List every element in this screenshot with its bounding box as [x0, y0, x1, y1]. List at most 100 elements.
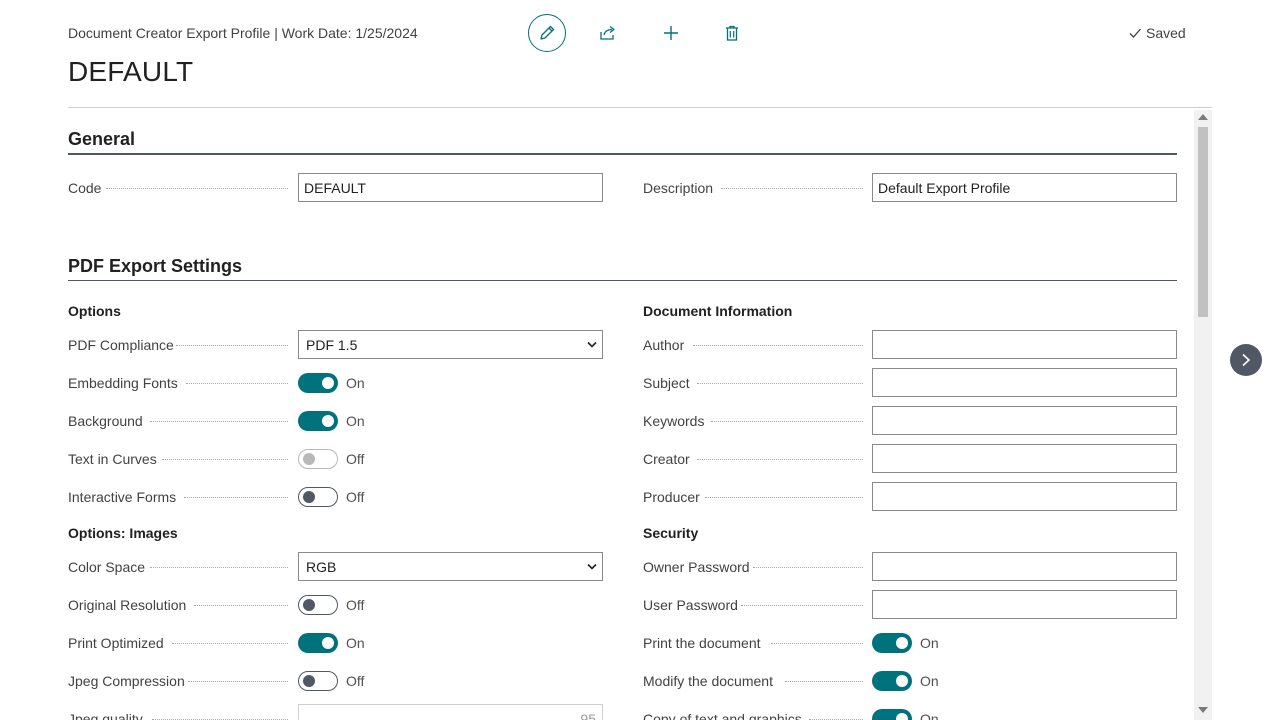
user-password-input[interactable] [872, 590, 1177, 619]
chevron-down-icon [587, 563, 597, 570]
toggle-wrap: On [872, 666, 939, 696]
color-space-select[interactable]: RGB [298, 552, 603, 581]
toggle-knob [303, 491, 315, 503]
creator-label: Creator [643, 451, 690, 467]
leader-dots [741, 605, 863, 606]
original-resolution-label: Original Resolution [68, 597, 187, 613]
author-input[interactable] [872, 330, 1177, 359]
field-text-in-curves: Text in Curves Off [68, 444, 603, 474]
breadcrumb: Document Creator Export Profile | Work D… [68, 25, 418, 41]
field-pdf-compliance: PDF Compliance PDF 1.5 [68, 330, 603, 360]
text-in-curves-toggle[interactable] [298, 449, 338, 469]
toggle-knob [322, 415, 334, 427]
modify-document-state: On [920, 673, 939, 689]
scroll-up-icon[interactable] [1198, 114, 1208, 120]
creator-input[interactable] [872, 444, 1177, 473]
field-creator: Creator [643, 444, 1177, 474]
content-area: General Code DEFAULT Description Default… [68, 110, 1177, 720]
description-input[interactable]: Default Export Profile [872, 173, 1177, 202]
field-original-resolution: Original Resolution Off [68, 590, 603, 620]
leader-dots [771, 643, 863, 644]
color-space-value: RGB [306, 558, 337, 575]
field-owner-password: Owner Password [643, 552, 1177, 582]
leader-dots [785, 681, 863, 682]
toggle-wrap: On [298, 406, 365, 436]
leader-dots [186, 383, 288, 384]
leader-dots [150, 567, 288, 568]
print-document-label: Print the document [643, 635, 761, 651]
interactive-forms-toggle[interactable] [298, 487, 338, 507]
toggle-knob [303, 675, 315, 687]
code-label: Code [68, 180, 102, 196]
field-print-optimized: Print Optimized On [68, 628, 603, 658]
toggle-knob [896, 637, 908, 649]
jpeg-quality-label: Jpeg quality [68, 711, 143, 720]
field-user-password: User Password [643, 590, 1177, 620]
copy-text-label: Copy of text and graphics [643, 711, 802, 720]
copy-text-state: On [920, 711, 939, 720]
section-title-pdf: PDF Export Settings [68, 256, 243, 276]
interactive-forms-label: Interactive Forms [68, 489, 177, 505]
document-information-title: Document Information [643, 303, 793, 319]
leader-dots [705, 497, 863, 498]
text-in-curves-label: Text in Curves [68, 451, 157, 467]
toggle-knob [896, 675, 908, 687]
print-document-toggle[interactable] [872, 633, 912, 653]
field-jpeg-quality: Jpeg quality 95 [68, 704, 603, 720]
checkmark-icon [1129, 28, 1141, 38]
options-title: Options [68, 303, 121, 319]
field-subject: Subject [643, 368, 1177, 398]
print-optimized-toggle[interactable] [298, 633, 338, 653]
chevron-down-icon [587, 341, 597, 348]
jpeg-quality-input[interactable]: 95 [298, 704, 603, 720]
leader-dots [693, 345, 863, 346]
factbox-expand-button[interactable] [1230, 344, 1262, 376]
keywords-input[interactable] [872, 406, 1177, 435]
leader-dots [150, 421, 288, 422]
background-toggle[interactable] [298, 411, 338, 431]
jpeg-compression-toggle[interactable] [298, 671, 338, 691]
saved-status: Saved [1128, 25, 1186, 41]
user-password-label: User Password [643, 597, 738, 613]
leader-dots [711, 421, 863, 422]
scrollbar-thumb[interactable] [1198, 127, 1208, 317]
edit-button[interactable] [528, 14, 566, 52]
owner-password-input[interactable] [872, 552, 1177, 581]
share-button[interactable] [589, 14, 627, 52]
copy-text-toggle[interactable] [872, 709, 912, 720]
toggle-wrap: On [872, 704, 939, 720]
interactive-forms-state: Off [346, 489, 365, 505]
delete-button[interactable] [713, 14, 751, 52]
text-in-curves-state: Off [346, 451, 365, 467]
pdf-compliance-label: PDF Compliance [68, 337, 174, 353]
owner-password-label: Owner Password [643, 559, 750, 575]
embedding-fonts-label: Embedding Fonts [68, 375, 178, 391]
code-input[interactable]: DEFAULT [298, 173, 603, 202]
delete-icon [726, 25, 738, 41]
vertical-scrollbar[interactable] [1194, 110, 1212, 720]
pdf-compliance-select[interactable]: PDF 1.5 [298, 330, 603, 359]
toggle-knob [303, 453, 315, 465]
producer-label: Producer [643, 489, 700, 505]
new-button[interactable] [652, 14, 690, 52]
leader-dots [721, 188, 863, 189]
page-title: DEFAULT [68, 56, 194, 87]
section-divider-pdf [68, 280, 1177, 281]
embedding-fonts-toggle[interactable] [298, 373, 338, 393]
leader-dots [172, 643, 288, 644]
toggle-wrap: Off [298, 482, 364, 512]
background-state: On [346, 413, 365, 429]
scroll-down-icon[interactable] [1198, 707, 1208, 713]
original-resolution-state: Off [346, 597, 365, 613]
print-optimized-state: On [346, 635, 365, 651]
description-label: Description [643, 180, 714, 196]
modify-document-toggle[interactable] [872, 671, 912, 691]
pdf-compliance-value: PDF 1.5 [306, 336, 358, 353]
field-background: Background On [68, 406, 603, 436]
section-title-general: General [68, 129, 136, 149]
producer-input[interactable] [872, 482, 1177, 511]
plus-icon [664, 26, 678, 40]
original-resolution-toggle[interactable] [298, 595, 338, 615]
leader-dots [194, 605, 288, 606]
subject-input[interactable] [872, 368, 1177, 397]
